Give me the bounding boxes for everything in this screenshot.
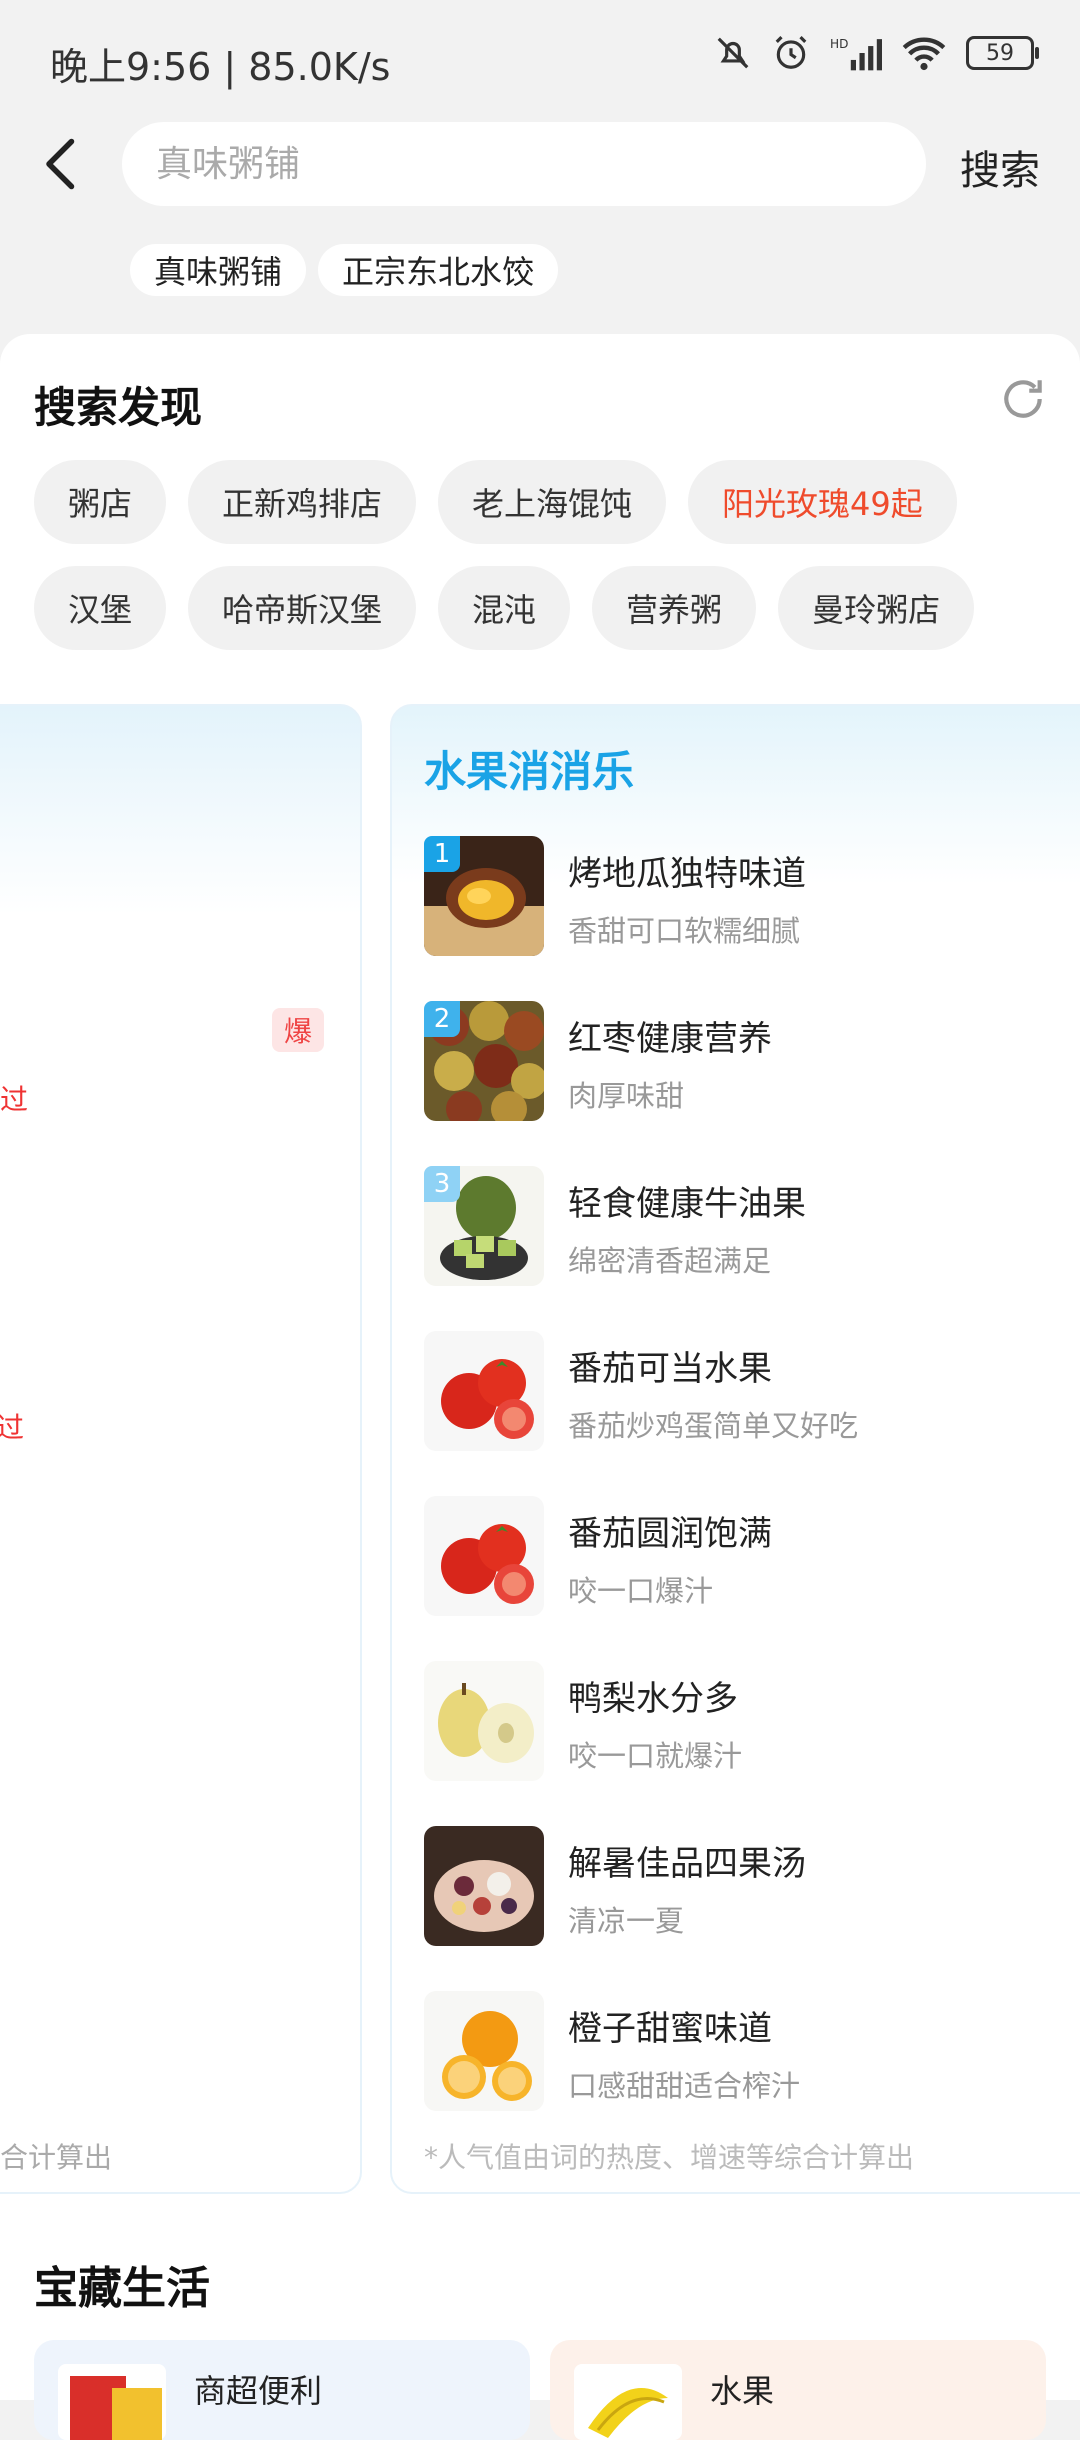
item-desc: 咬一口就爆汁 (568, 1739, 743, 1773)
pear-icon (424, 1661, 544, 1781)
item-name: 鸭梨水分多 (568, 1679, 738, 1719)
item-name: 红枣健康营养 (568, 1019, 772, 1059)
item-desc: 咬一口爆汁 (568, 1574, 714, 1608)
ranking-item[interactable]: 3 轻食健康牛油果 绵密清香超满足 (424, 1166, 1064, 1292)
search-box[interactable] (122, 122, 926, 206)
rank-number: 3 (424, 1166, 460, 1202)
ranking-item[interactable]: 鸭梨水分多 咬一口就爆汁 (424, 1661, 1064, 1787)
category-label: 水果 (710, 2372, 775, 2410)
category-card-grocery[interactable]: 商超便利 (34, 2340, 530, 2440)
ranking-footnote: *人气值由词的热度、增速等综合计算出 (424, 2141, 915, 2174)
ranking-item[interactable]: 番茄可当水果 番茄炒鸡蛋简单又好吃 (424, 1331, 1064, 1457)
signal-icon: HD (830, 37, 882, 71)
discover-tag[interactable]: 混沌 (438, 566, 571, 650)
alarm-icon (775, 36, 807, 69)
item-name: 番茄可当水果 (568, 1349, 772, 1389)
discover-tag[interactable]: 哈帝斯汉堡 (188, 566, 417, 650)
status-time-speed: 晚上9:56 | 85.0K/s (50, 45, 391, 89)
item-name: 解暑佳品四果汤 (568, 1844, 806, 1884)
tomato-icon (424, 1331, 544, 1451)
ranking-panel-left[interactable] (0, 704, 362, 2194)
item-desc: 绵密清香超满足 (568, 1244, 772, 1278)
discover-tag[interactable]: 营养粥 (592, 566, 757, 650)
wifi-icon (902, 37, 946, 71)
discover-tag[interactable]: 粥店 (34, 460, 167, 544)
category-label: 商超便利 (194, 2372, 323, 2410)
mute-bell-icon (717, 37, 749, 69)
item-name: 橙子甜蜜味道 (568, 2009, 772, 2049)
svg-text:HD: HD (830, 37, 848, 51)
refresh-icon[interactable] (998, 374, 1048, 424)
item-desc: 口感甜甜适合榨汁 (568, 2069, 801, 2103)
item-name: 烤地瓜独特味道 (568, 854, 806, 894)
search-input[interactable] (154, 142, 858, 186)
rank-number: 2 (424, 1001, 460, 1037)
discover-tags-row: 粥店 正新鸡排店 老上海馄饨 阳光玫瑰49起 (34, 460, 957, 544)
grocery-bag-icon (58, 2364, 166, 2440)
history-chip[interactable]: 正宗东北水饺 (318, 244, 559, 296)
banana-icon (574, 2364, 682, 2440)
discover-tag-hot[interactable]: 阳光玫瑰49起 (688, 460, 957, 544)
search-history: 真味粥铺 正宗东北水饺 (130, 244, 559, 296)
left-panel-text-fragment: 过 (0, 1083, 29, 1116)
category-card-fruit[interactable]: 水果 (550, 2340, 1046, 2440)
tomato-icon (424, 1496, 544, 1616)
status-icons: HD 59 (714, 34, 1039, 72)
ranking-item[interactable]: 番茄圆润饱满 咬一口爆汁 (424, 1496, 1064, 1622)
item-desc: 香甜可口软糯细腻 (568, 914, 801, 948)
search-button[interactable]: 搜索 (960, 138, 1040, 196)
treasure-title: 宝藏生活 (34, 2263, 210, 2314)
discover-tags-row: 汉堡 哈帝斯汉堡 混沌 营养粥 曼玲粥店 (34, 566, 975, 650)
orange-icon (424, 1991, 544, 2111)
item-desc: 清凉一夏 (568, 1904, 685, 1938)
fruit-soup-icon (424, 1826, 544, 1946)
ranking-item[interactable]: 橙子甜蜜味道 口感甜甜适合榨汁 (424, 1991, 1064, 2117)
discover-title: 搜索发现 (34, 383, 203, 432)
discover-tag[interactable]: 汉堡 (34, 566, 167, 650)
item-desc: 番茄炒鸡蛋简单又好吃 (568, 1409, 859, 1443)
ranking-item[interactable]: 解暑佳品四果汤 清凉一夏 (424, 1826, 1064, 1952)
history-chip[interactable]: 真味粥铺 (130, 244, 307, 296)
ranking-item[interactable]: 2 红枣健康营养 肉厚味甜 (424, 1001, 1064, 1127)
discover-tag[interactable]: 曼玲粥店 (778, 566, 975, 650)
item-name: 番茄圆润饱满 (568, 1514, 772, 1554)
left-panel-text-fragment: 过 (0, 1411, 25, 1444)
left-panel-footer: 合计算出 (0, 2141, 113, 2174)
battery-icon: 59 (966, 36, 1039, 70)
back-arrow-icon[interactable] (34, 134, 94, 194)
discover-tag[interactable]: 老上海馄饨 (438, 460, 667, 544)
rank-number: 1 (424, 836, 460, 872)
discover-tag[interactable]: 正新鸡排店 (188, 460, 417, 544)
item-desc: 肉厚味甜 (568, 1079, 685, 1113)
ranking-title: 水果消消乐 (424, 747, 635, 796)
hot-badge: 爆 (272, 1008, 324, 1052)
ranking-item[interactable]: 1 烤地瓜独特味道 香甜可口软糯细腻 (424, 836, 1064, 962)
item-name: 轻食健康牛油果 (568, 1184, 806, 1224)
